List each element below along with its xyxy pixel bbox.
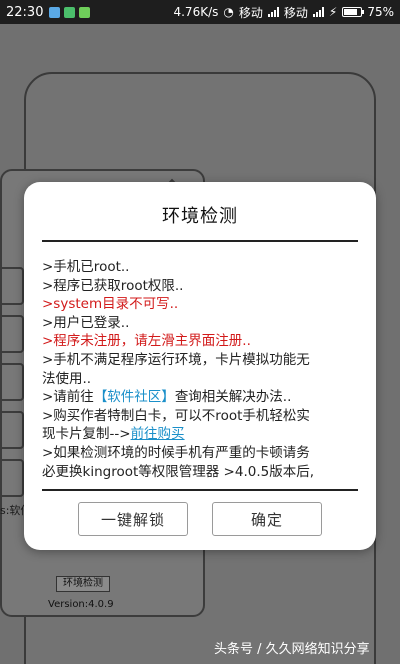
background-row — [2, 267, 24, 305]
buy-link[interactable]: 前往购买 — [131, 426, 185, 442]
log-line: >程序已获取root权限.. — [42, 277, 184, 294]
log-line: >用户已登录.. — [42, 314, 130, 331]
background-row — [2, 315, 24, 353]
log-line: >system目录不可写.. — [42, 296, 179, 313]
background-version: Version:4.0.9 — [48, 599, 114, 610]
background-row — [2, 411, 24, 449]
signal-icon-2 — [312, 7, 324, 17]
log-line: >手机已root.. — [42, 259, 130, 275]
notification-icon — [49, 6, 61, 18]
background-env-check-button: 环境检测 — [56, 576, 110, 592]
one-click-unlock-button[interactable]: 一键解锁 — [78, 502, 188, 536]
log-line: >程序未注册，请左滑主界面注册.. — [42, 333, 251, 350]
env-check-dialog: 环境检测 >手机已root.. >程序已获取root权限.. >system目录不可… — [24, 182, 376, 550]
battery-icon — [342, 7, 365, 17]
title-divider — [42, 240, 358, 242]
charging-icon: ⚡ — [328, 5, 338, 19]
watermark: 头条号 / 久久网络知识分享 — [214, 642, 370, 657]
wifi-icon: ◔ — [223, 5, 234, 19]
software-community-link[interactable]: 【软件社区】 — [94, 389, 175, 405]
log-line-env-2: 法使用.. — [42, 370, 92, 387]
confirm-button[interactable]: 确定 — [212, 502, 322, 536]
log-line-env-1: >手机不满足程序运行环境，卡片模拟功能无 — [42, 351, 310, 368]
log-line-buy-1: >购买作者特制白卡，可以不root手机轻松实 — [42, 407, 310, 424]
carrier-label-1: 移动 — [238, 5, 263, 20]
log-line-community: >请前往【软件社区】查询相关解决办法.. — [42, 388, 362, 407]
signal-icon — [267, 7, 279, 17]
community-suffix: 查询相关解决办法.. — [174, 389, 292, 406]
log-line-buy-2: 现卡片复制-->前往购买 — [42, 425, 362, 444]
status-bar: 22:30 4.76K/s ◔ 移动 移动 ⚡ 75% — [0, 0, 400, 24]
background-row — [2, 363, 24, 401]
buy-prefix: 现卡片复制--> — [42, 426, 131, 443]
community-prefix: >请前往 — [42, 389, 94, 406]
app-icon — [79, 6, 91, 18]
button-divider — [42, 489, 358, 491]
log-line-stuck-1: >如果检测环境的时候手机有严重的卡顿请务 — [42, 444, 310, 461]
net-speed: 4.76K/s — [173, 5, 219, 19]
shield-icon — [64, 6, 76, 18]
carrier-label-2: 移动 — [283, 5, 308, 20]
battery-level: 75% — [367, 5, 394, 19]
env-log[interactable]: >手机已root.. >程序已获取root权限.. >system目录不可写.. >用… — [42, 258, 362, 480]
status-time: 22:30 — [6, 4, 44, 20]
dialog-title: 环境检测 — [162, 206, 238, 227]
background-row — [2, 459, 24, 497]
log-line-stuck-2: 必更换kingroot等权限管理器 >4.0.5版本后, — [42, 463, 315, 480]
